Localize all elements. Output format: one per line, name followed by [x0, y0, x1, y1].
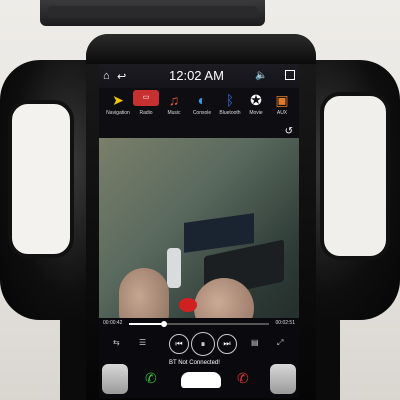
photo-scene: ⌂ ↩ 12:02 AM 🔈 ➤ Navigation ▭ Radio ♫ Mu… [0, 0, 400, 400]
equalizer-icon[interactable]: ☰ [139, 338, 146, 347]
window-icon[interactable] [285, 70, 295, 80]
previous-button[interactable]: ⏮ [169, 334, 189, 354]
radio-icon: ▭ [133, 90, 159, 106]
repeat-icon[interactable]: ⇆ [113, 338, 120, 347]
clock: 12:02 AM [169, 68, 224, 83]
vent-opening-right [320, 92, 390, 260]
call-accept-icon[interactable]: ✆ [145, 370, 157, 387]
call-reject-icon[interactable]: ✆ [237, 370, 249, 387]
total-time: 00:02:51 [275, 320, 295, 326]
playlist-icon[interactable]: ▤ [251, 338, 259, 347]
video-object [167, 248, 181, 288]
vent-opening-left [8, 100, 74, 258]
pause-button[interactable]: ⏸ [191, 332, 215, 356]
seek-knob[interactable] [161, 321, 167, 327]
fullscreen-icon[interactable]: ⤢ [277, 338, 283, 348]
home-icon[interactable]: ⌂ [103, 70, 110, 82]
top-device [40, 0, 265, 26]
back-icon[interactable]: ↩ [117, 70, 126, 83]
return-row: ↺ [99, 126, 299, 138]
head-unit-screen: ⌂ ↩ 12:02 AM 🔈 ➤ Navigation ▭ Radio ♫ Mu… [99, 64, 299, 398]
seek-bar[interactable] [129, 321, 269, 327]
playback-progress: 00:00:42 00:02:51 [99, 318, 299, 330]
bt-status: BT Not Connected! [169, 360, 220, 366]
call-bar: BT Not Connected! ✆ ✆ [99, 358, 299, 398]
playback-controls: ⇆ ☰ ⏮ ⏸ ⏭ ▤ ⤢ [99, 330, 299, 358]
elapsed-time: 00:00:42 [103, 320, 123, 326]
app-bar: ➤ Navigation ▭ Radio ♫ Music ◐ Console ᛒ… [99, 88, 299, 126]
volume-icon[interactable]: 🔈 [255, 70, 267, 81]
video-red-button [179, 298, 197, 312]
next-button[interactable]: ⏭ [217, 334, 237, 354]
aux-icon: ▣ [275, 92, 289, 108]
app-label: AUX [276, 110, 288, 116]
app-aux[interactable]: ▣ AUX [265, 90, 299, 116]
hardware-button-left[interactable] [102, 364, 128, 394]
hardware-button-right[interactable] [270, 364, 296, 394]
car-icon[interactable] [181, 372, 221, 388]
seek-fill [129, 323, 164, 325]
head-unit-frame-top [86, 34, 316, 64]
status-bar: ⌂ ↩ 12:02 AM 🔈 [99, 64, 299, 88]
return-icon[interactable]: ↺ [285, 126, 293, 137]
